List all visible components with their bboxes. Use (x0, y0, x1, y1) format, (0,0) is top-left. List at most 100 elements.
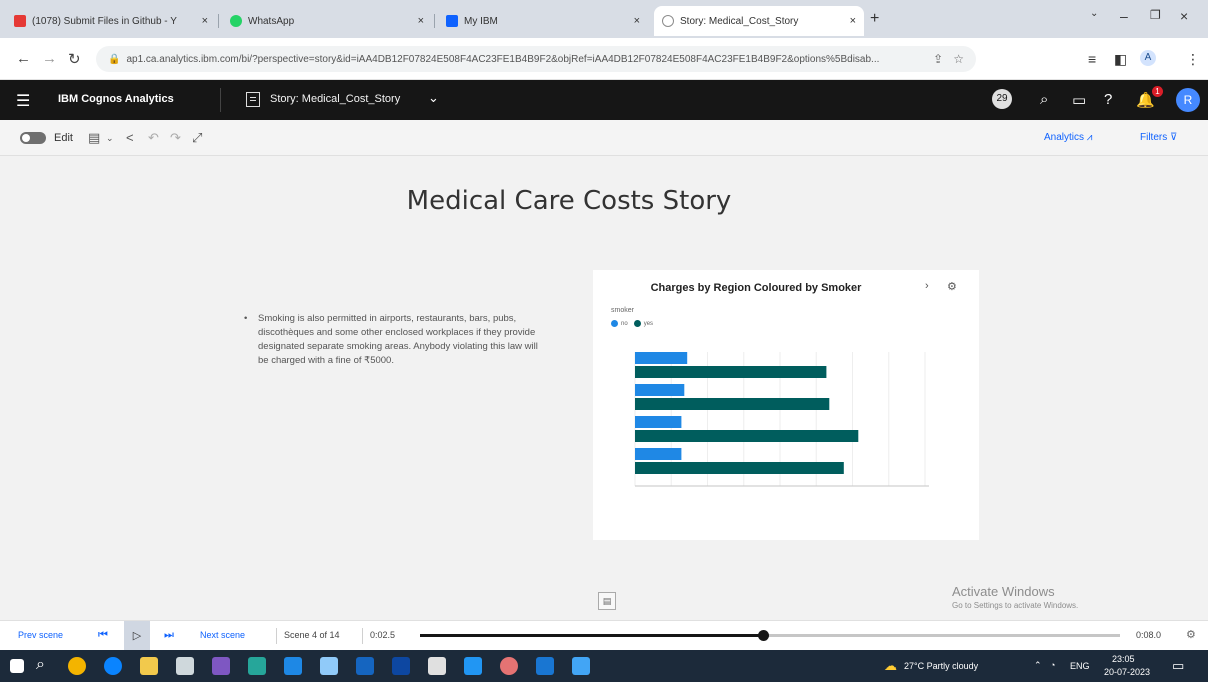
bullet-text-widget[interactable]: Smoking is also permitted in airports, r… (244, 312, 544, 368)
prev-scene-button[interactable]: Prev scene (18, 630, 63, 640)
system-tray-icon[interactable]: ⌃ (1034, 660, 1042, 671)
settings-icon[interactable]: ⚙ (1186, 628, 1196, 641)
story-title[interactable]: Story: Medical_Cost_Story (270, 93, 400, 105)
chart-bar-yes[interactable] (635, 398, 830, 410)
playback-bar: Prev scene ⏮ ▷ ⏭ Next scene Scene 4 of 1… (0, 620, 1208, 651)
weather-icon: ☁ (884, 658, 897, 673)
sidebar-icon[interactable]: ◧ (1114, 51, 1127, 68)
chart-bar-no[interactable] (635, 416, 682, 428)
chrome-icon[interactable] (68, 657, 86, 675)
browser-tab-github[interactable]: (1078) Submit Files in Github - Y × (6, 6, 216, 36)
next-scene-button[interactable]: Next scene (200, 630, 245, 640)
skip-back-icon[interactable]: ⏮ (98, 629, 108, 642)
edge-icon[interactable] (104, 657, 122, 675)
chart-widget[interactable]: Charges by Region Coloured by Smoker › ⚙… (593, 270, 979, 540)
chart-bar-no[interactable] (635, 384, 685, 396)
close-icon[interactable]: × (196, 15, 208, 27)
url-text[interactable]: ap1.ca.analytics.ibm.com/bi/?perspective… (126, 54, 923, 65)
network-icon[interactable]: ◔ (1050, 660, 1055, 670)
app-icon[interactable] (212, 657, 230, 675)
total-time: 0:08.0 (1136, 630, 1162, 640)
filters-button[interactable]: Filters ⊽ (1140, 132, 1177, 143)
mail-icon[interactable] (284, 657, 302, 675)
notification-center-icon[interactable]: ▭ (1172, 658, 1184, 674)
chart-bar-no[interactable] (635, 352, 688, 364)
restore-icon[interactable]: ❐ (1150, 8, 1161, 22)
cognos-header: ☰ IBM Cognos Analytics Story: Medical_Co… (0, 80, 1208, 120)
undo-icon[interactable]: ↶ (148, 130, 159, 146)
notification-badge: 1 (1152, 86, 1163, 97)
chevron-down-icon[interactable]: ⌄ (106, 133, 114, 144)
search-icon[interactable]: ⌕ (1040, 91, 1048, 108)
app-icon[interactable] (428, 657, 446, 675)
share-icon[interactable]: < (126, 130, 134, 145)
chart-bar-yes[interactable] (635, 462, 844, 474)
legend-swatch-yes (633, 320, 641, 327)
chevron-right-icon[interactable]: › (925, 280, 929, 292)
minimize-icon[interactable]: – (1120, 8, 1128, 24)
browser-tab-story[interactable]: Story: Medical_Cost_Story × (654, 6, 864, 36)
forward-icon[interactable]: → (42, 50, 57, 67)
file-explorer-icon[interactable] (140, 657, 158, 675)
windows-start-icon[interactable] (10, 659, 24, 673)
app-icon[interactable] (248, 657, 266, 675)
close-icon[interactable]: × (844, 15, 856, 27)
elapsed-time: 0:02.5 (370, 630, 396, 640)
scene-counter[interactable]: Scene 4 of 14 (284, 630, 340, 640)
chart-bar-yes[interactable] (635, 430, 859, 442)
edit-toggle[interactable] (20, 132, 46, 144)
clock-date[interactable]: 20-07-2023 (1104, 667, 1150, 677)
edit-label: Edit (54, 132, 73, 144)
save-icon[interactable]: ▤ (88, 130, 100, 146)
close-icon[interactable]: × (628, 15, 640, 27)
weather-text[interactable]: 27°C Partly cloudy (904, 661, 978, 671)
reading-list-icon[interactable]: ≡ (1088, 51, 1096, 67)
expand-icon[interactable]: ⤢ (192, 130, 202, 146)
analytics-button[interactable]: Analytics ⩘ (1044, 132, 1092, 143)
app-icon[interactable] (392, 657, 410, 675)
settings-icon[interactable]: ⚙ (947, 280, 957, 293)
status-circle-icon[interactable]: 29 (992, 89, 1012, 109)
app-icon[interactable] (356, 657, 374, 675)
chart-bar-no[interactable] (635, 448, 682, 460)
chat-icon[interactable]: ▭ (1072, 91, 1086, 109)
windows-taskbar: ⌕ ☁ 27°C Partly cloudy ⌃ ◔ ENG 23:05 20-… (0, 650, 1208, 682)
share-icon[interactable]: ⇪ (933, 52, 943, 66)
hamburger-menu-icon[interactable]: ☰ (16, 91, 30, 111)
scene-page-icon[interactable]: ▤ (598, 592, 616, 610)
avatar[interactable]: R (1176, 88, 1200, 112)
app-icon[interactable] (536, 657, 554, 675)
profile-icon[interactable]: A (1140, 50, 1156, 66)
window-close-icon[interactable]: × (1180, 8, 1188, 24)
photos-icon[interactable] (572, 657, 590, 675)
reload-icon[interactable]: ↻ (68, 50, 81, 68)
close-icon[interactable]: × (412, 15, 424, 27)
app-icon[interactable] (500, 657, 518, 675)
tab-search-icon[interactable]: ⌄ (1090, 8, 1098, 19)
legend-swatch-no (611, 320, 618, 327)
app-icon[interactable] (320, 657, 338, 675)
search-icon[interactable]: ⌕ (36, 656, 45, 674)
browser-tab-whatsapp[interactable]: WhatsApp × (222, 6, 432, 36)
back-icon[interactable]: ← (16, 50, 31, 67)
chart-bar-yes[interactable] (635, 366, 827, 378)
timeline-slider[interactable] (420, 630, 1120, 641)
language-indicator[interactable]: ENG (1070, 661, 1090, 671)
new-tab-button[interactable]: + (870, 10, 879, 28)
redo-icon[interactable]: ↷ (170, 130, 181, 146)
help-icon[interactable]: ? (1104, 91, 1112, 108)
calendar-icon[interactable] (176, 657, 194, 675)
tab-label: (1078) Submit Files in Github - Y (32, 15, 177, 27)
browser-tab-my-ibm[interactable]: My IBM × (438, 6, 648, 36)
bookmark-star-icon[interactable]: ☆ (953, 52, 964, 66)
play-button[interactable]: ▷ (124, 621, 150, 651)
chevron-down-icon[interactable]: ⌄ (428, 90, 439, 106)
legend-label-yes: yes (643, 320, 654, 327)
vscode-icon[interactable] (464, 657, 482, 675)
browser-tab-strip: (1078) Submit Files in Github - Y × What… (0, 0, 1208, 38)
address-bar[interactable]: 🔒 ap1.ca.analytics.ibm.com/bi/?perspecti… (96, 46, 976, 72)
timeline-thumb[interactable] (758, 630, 769, 641)
more-menu-icon[interactable]: ⋮ (1186, 51, 1200, 68)
clock-time[interactable]: 23:05 (1112, 654, 1135, 664)
skip-forward-icon[interactable]: ⏭ (164, 629, 174, 642)
